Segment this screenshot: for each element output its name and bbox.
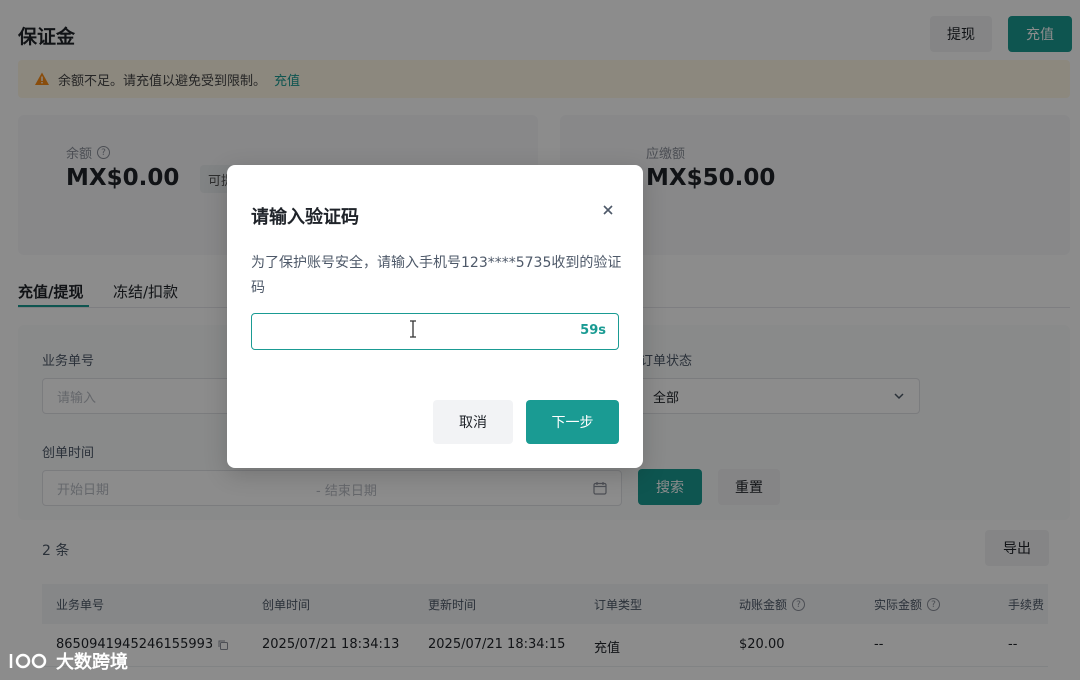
modal-title: 请输入验证码 <box>251 207 359 228</box>
resend-countdown: 59s <box>580 323 606 338</box>
verification-code-input[interactable]: 59s <box>251 313 619 350</box>
close-icon[interactable] <box>601 203 615 217</box>
next-step-button[interactable]: 下一步 <box>526 400 619 444</box>
text-cursor-icon <box>410 320 416 338</box>
brand-logo-icon <box>9 653 47 669</box>
brand-watermark: 大数跨境 <box>8 648 128 674</box>
modal-description: 为了保护账号安全，请输入手机号123****5735收到的验证码 <box>251 255 622 296</box>
verification-modal: 请输入验证码 为了保护账号安全，请输入手机号123****5735收到的验证码 … <box>227 165 643 468</box>
cancel-button[interactable]: 取消 <box>433 400 513 444</box>
brand-name: 大数跨境 <box>56 652 128 673</box>
